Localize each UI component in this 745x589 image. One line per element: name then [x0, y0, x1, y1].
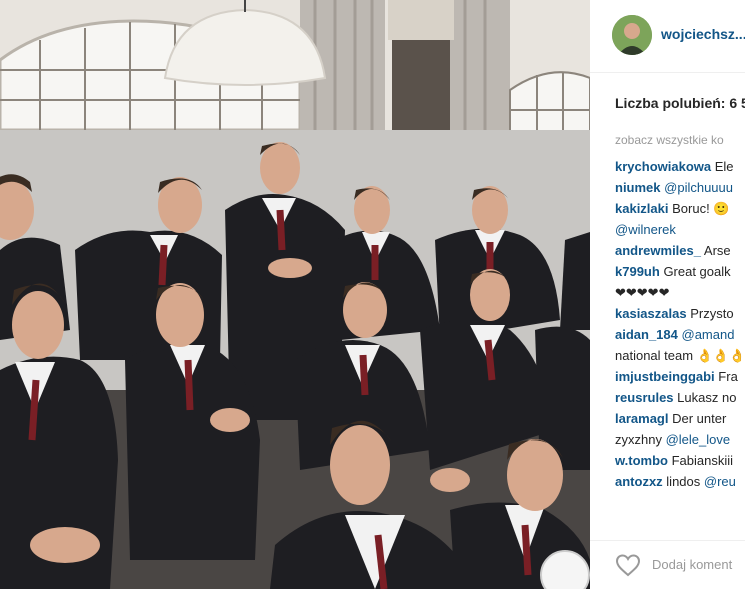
comment-username[interactable]: krychowiakowa [615, 159, 711, 174]
comment-item: aidan_184 @amand [615, 324, 745, 345]
comment-mention[interactable]: @lele_love [666, 432, 731, 447]
post-photo[interactable] [0, 0, 590, 589]
comment-mention[interactable]: @pilchuuuu [664, 180, 733, 195]
comment-continuation: national team 👌👌👌 [615, 345, 745, 366]
comment-item: k799uh Great goalk [615, 261, 745, 282]
comment-footer: Dodaj koment [590, 540, 745, 589]
comment-text: Der unter [672, 411, 727, 426]
comment-item: kasiaszalas Przysto [615, 303, 745, 324]
post-username[interactable]: wojciechsz... [661, 26, 745, 42]
comment-continuation: ❤❤❤❤❤ [615, 282, 745, 303]
comment-username[interactable]: kasiaszalas [615, 306, 687, 321]
comment-item: andrewmiles_ Arse [615, 240, 745, 261]
comment-username[interactable]: laramagl [615, 411, 668, 426]
comment-username[interactable]: aidan_184 [615, 327, 678, 342]
comment-username[interactable]: antozxz [615, 474, 663, 489]
comment-item: antozxz lindos @reu [615, 471, 745, 492]
comment-text: Przysto [690, 306, 734, 321]
comment-mention[interactable]: @reu [704, 474, 736, 489]
comment-continuation: zyxzhny @lele_love [615, 429, 745, 450]
comment-username[interactable]: reusrules [615, 390, 674, 405]
heart-icon[interactable] [615, 553, 641, 577]
post-header: wojciechsz... [590, 0, 745, 73]
comment-item: laramagl Der unter [615, 408, 745, 429]
add-comment-input[interactable]: Dodaj koment [652, 557, 732, 572]
post-side-panel: wojciechsz... Liczba polubień: 6 5 zobac… [590, 0, 745, 589]
comment-text: Ele [714, 159, 734, 174]
comment-text: lindos [666, 474, 701, 489]
comment-text: national team 👌👌👌 [615, 348, 745, 363]
comment-mention[interactable]: @amand [682, 327, 735, 342]
comment-item: krychowiakowa Ele [615, 156, 745, 177]
comment-text: Lukasz no [677, 390, 737, 405]
comment-username[interactable]: w.tombo [615, 453, 668, 468]
comment-username[interactable]: k799uh [615, 264, 660, 279]
comment-text: Boruc! 🙂 [672, 201, 730, 216]
comment-continuation: @wilnerek [615, 219, 745, 240]
comment-item: reusrules Lukasz no [615, 387, 745, 408]
comment-item: imjustbeinggabi Fra [615, 366, 745, 387]
comment-text: Great goalk [663, 264, 731, 279]
team-photo-illustration [0, 0, 590, 589]
comment-text: Fra [718, 369, 738, 384]
comment-text: zyxzhny [615, 432, 662, 447]
comment-text: ❤❤❤❤❤ [615, 285, 670, 300]
comment-username[interactable]: andrewmiles_ [615, 243, 701, 258]
avatar-image [612, 15, 652, 55]
comment-username[interactable]: kakizlaki [615, 201, 669, 216]
see-all-comments-link[interactable]: zobacz wszystkie ko [615, 133, 724, 147]
comment-text: Arse [703, 243, 731, 258]
comment-text: Fabianskiii [671, 453, 733, 468]
comment-item: niumek @pilchuuuu [615, 177, 745, 198]
comment-mention[interactable]: @wilnerek [615, 222, 676, 237]
comment-item: w.tombo Fabianskiii [615, 450, 745, 471]
comment-username[interactable]: niumek [615, 180, 661, 195]
likes-count[interactable]: Liczba polubień: 6 5 [615, 95, 745, 111]
comment-username[interactable]: imjustbeinggabi [615, 369, 715, 384]
avatar[interactable] [612, 15, 652, 55]
comment-item: kakizlaki Boruc! 🙂 [615, 198, 745, 219]
comment-list: krychowiakowa Ele niumek @pilchuuuu kaki… [615, 156, 745, 492]
